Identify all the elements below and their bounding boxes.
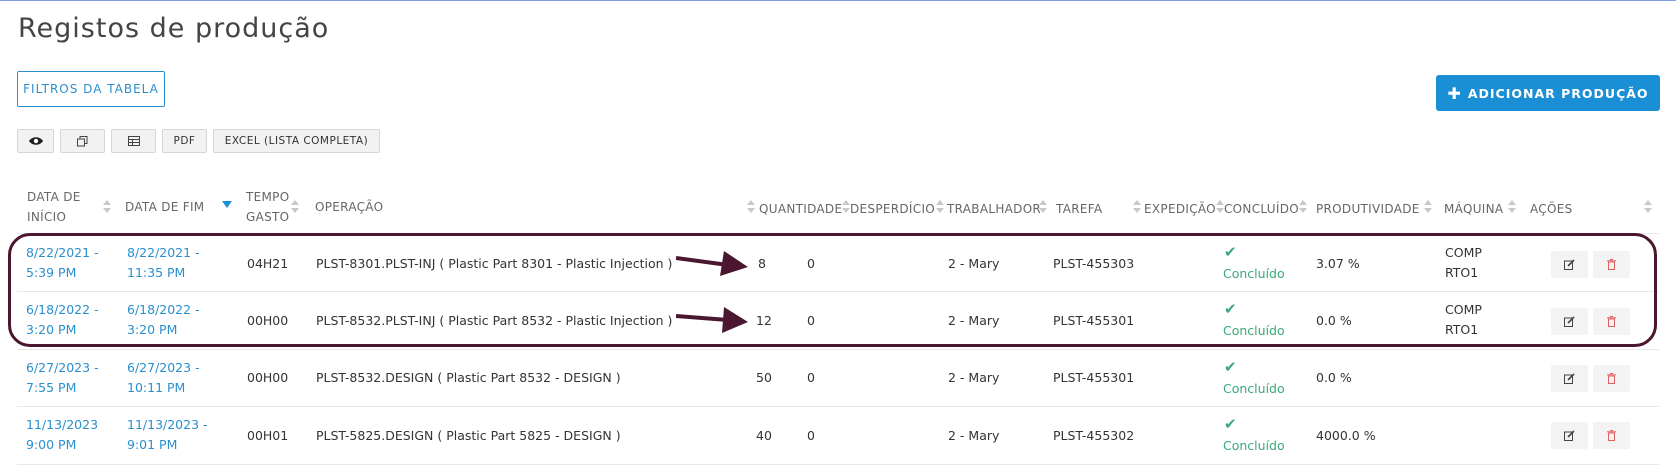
col-start-date[interactable]: DATA DE INÍCIO <box>27 187 81 227</box>
col-start-date-line1: DATA DE <box>27 190 81 204</box>
col-completed[interactable]: CONCLUÍDO <box>1224 199 1299 219</box>
sort-icon[interactable] <box>291 199 299 215</box>
row-divider <box>17 406 1659 407</box>
col-actions: AÇÕES <box>1530 202 1573 216</box>
operation: PLST-5825.DESIGN ( Plastic Part 5825 - D… <box>316 428 621 443</box>
start-date[interactable]: 11/13/2023 9:00 PM <box>26 415 98 455</box>
delete-button[interactable] <box>1593 365 1630 392</box>
col-time-line1: TEMPO <box>246 190 290 204</box>
trash-icon <box>1607 373 1616 384</box>
start-date-line1: 6/27/2023 - <box>26 360 99 375</box>
add-production-label: ADICIONAR PRODUÇÃO <box>1467 85 1649 101</box>
csv-button[interactable] <box>111 129 156 153</box>
col-quantity[interactable]: QUANTIDADE <box>759 199 842 219</box>
arrow-right-icon <box>676 307 748 333</box>
row-divider <box>17 349 1659 350</box>
table-toolbar: PDF EXCEL (LISTA COMPLETA) <box>17 129 380 153</box>
arrow-right-icon <box>676 251 748 276</box>
edit-icon <box>1564 373 1575 384</box>
delete-button[interactable] <box>1593 422 1630 449</box>
plus-icon: ✚ <box>1447 83 1462 103</box>
row-divider <box>17 464 1659 465</box>
sort-icon[interactable] <box>1424 199 1432 215</box>
highlight-box <box>8 233 1657 347</box>
worker: 2 - Mary <box>948 428 1000 443</box>
page-title: Registos de produção <box>18 13 330 44</box>
completed-status: Concluído <box>1223 381 1285 396</box>
quantity: 50 <box>756 370 772 385</box>
edit-button[interactable] <box>1551 422 1588 449</box>
task: PLST-455301 <box>1053 370 1135 385</box>
column-visibility-button[interactable] <box>17 129 54 153</box>
col-time-line2: GASTO <box>246 210 290 224</box>
sort-icon[interactable] <box>842 199 850 215</box>
sort-icon[interactable] <box>1644 199 1652 215</box>
time-spent: 00H00 <box>247 370 289 385</box>
col-shipping[interactable]: EXPEDIÇÃO <box>1144 199 1216 219</box>
end-date-line1: 6/27/2023 - <box>127 360 200 375</box>
excel-full-list-button[interactable]: EXCEL (LISTA COMPLETA) <box>213 129 380 153</box>
start-date[interactable]: 6/27/2023 - 7:55 PM <box>26 358 99 398</box>
add-production-button[interactable]: ✚ ADICIONAR PRODUÇÃO <box>1436 75 1660 111</box>
sort-icon[interactable] <box>103 199 111 215</box>
sort-icon[interactable] <box>1133 199 1141 215</box>
col-machine[interactable]: MÁQUINA <box>1444 199 1503 219</box>
end-date[interactable]: 11/13/2023 - 9:01 PM <box>127 415 208 455</box>
task: PLST-455302 <box>1053 428 1135 443</box>
check-icon: ✔ <box>1224 415 1237 433</box>
col-waste[interactable]: DESPERDÍCIO <box>850 199 935 219</box>
sort-desc-icon[interactable] <box>222 201 232 208</box>
completed-status: Concluído <box>1223 438 1285 453</box>
check-icon: ✔ <box>1224 358 1237 376</box>
edit-icon <box>1564 430 1575 441</box>
waste: 0 <box>807 428 815 443</box>
sort-icon[interactable] <box>747 199 755 215</box>
eye-icon <box>28 137 43 145</box>
sort-icon[interactable] <box>1039 199 1047 215</box>
worker: 2 - Mary <box>948 370 1000 385</box>
pdf-button[interactable]: PDF <box>162 129 207 153</box>
edit-button[interactable] <box>1551 365 1588 392</box>
trash-icon <box>1607 430 1616 441</box>
sort-icon[interactable] <box>1216 199 1224 215</box>
col-productivity[interactable]: PRODUTIVIDADE <box>1316 199 1420 219</box>
waste: 0 <box>807 370 815 385</box>
sort-icon[interactable] <box>1299 199 1307 215</box>
col-start-date-line2: INÍCIO <box>27 210 67 224</box>
sort-icon[interactable] <box>936 199 944 215</box>
productivity: 0.0 % <box>1316 370 1352 385</box>
end-date-line2: 10:11 PM <box>127 380 186 395</box>
sort-icon[interactable] <box>1508 199 1516 215</box>
start-date-line2: 9:00 PM <box>26 437 77 452</box>
table-filters-button[interactable]: FILTROS DA TABELA <box>17 71 165 107</box>
col-task[interactable]: TAREFA <box>1056 199 1102 219</box>
copy-icon <box>77 135 88 146</box>
start-date-line1: 11/13/2023 <box>26 417 99 432</box>
col-operation[interactable]: OPERAÇÃO <box>315 197 383 217</box>
col-worker[interactable]: TRABALHADOR <box>947 199 1041 219</box>
col-time-spent[interactable]: TEMPO GASTO <box>246 187 289 227</box>
time-spent: 00H01 <box>247 428 289 443</box>
end-date-line2: 9:01 PM <box>127 437 178 452</box>
productivity: 4000.0 % <box>1316 428 1376 443</box>
end-date[interactable]: 6/27/2023 - 10:11 PM <box>127 358 200 398</box>
operation: PLST-8532.DESIGN ( Plastic Part 8532 - D… <box>316 370 621 385</box>
col-end-date[interactable]: DATA DE FIM <box>125 197 204 217</box>
copy-button[interactable] <box>60 129 105 153</box>
quantity: 40 <box>756 428 772 443</box>
table-icon <box>127 136 140 146</box>
start-date-line2: 7:55 PM <box>26 380 77 395</box>
end-date-line1: 11/13/2023 - <box>127 417 208 432</box>
